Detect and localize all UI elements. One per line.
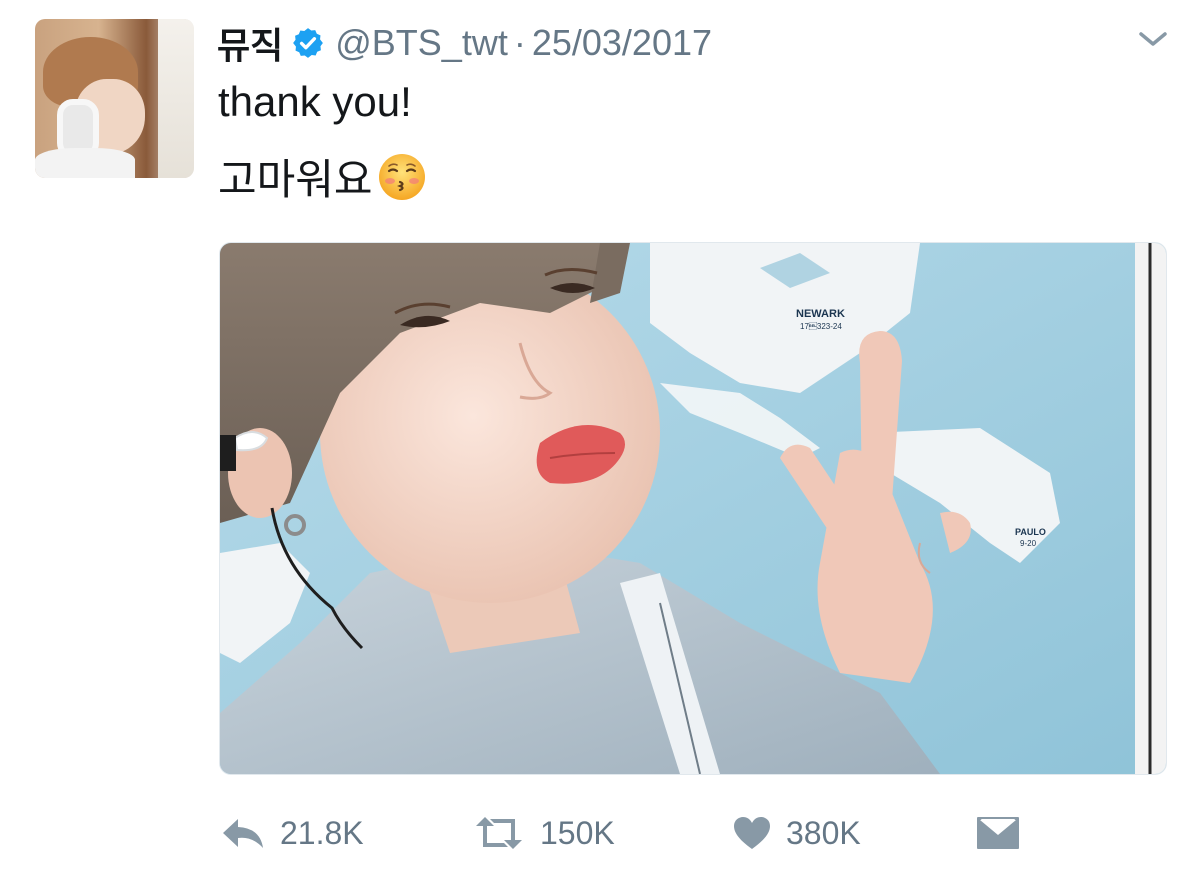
tweet-text-line2: 고마워요 [218, 146, 427, 207]
like-count: 380K [786, 814, 861, 851]
tweet-text-korean: 고마워요 [218, 156, 373, 203]
tweet-actions: 21.8K 150K 380K [220, 808, 1120, 858]
avatar-shirt [35, 148, 135, 178]
map-label-code: 17323-24 [800, 322, 842, 331]
reply-button[interactable]: 21.8K [220, 808, 364, 858]
map-label-code2: 9-20 [1020, 539, 1037, 548]
separator-dot: · [513, 22, 526, 63]
retweet-count: 150K [540, 814, 615, 851]
photo-illustration: NEWARK 17323-24 PAULO 9-20 [220, 243, 1166, 774]
reply-icon [223, 819, 263, 848]
map-label-newark: NEWARK [796, 308, 845, 320]
tweet-text-line1: thank you! [218, 78, 412, 125]
tweet-header: 뮤직 @BTS_twt · 25/03/2017 [217, 18, 712, 68]
display-name[interactable]: 뮤직 [217, 17, 283, 69]
reply-count: 21.8K [280, 814, 364, 851]
retweet-button[interactable]: 150K [472, 808, 615, 858]
chevron-down-icon[interactable] [1138, 29, 1168, 49]
like-button[interactable]: 380K [732, 808, 861, 858]
kissing-face-icon [378, 153, 425, 200]
envelope-icon [977, 817, 1019, 849]
tweet-date[interactable]: 25/03/2017 [532, 22, 712, 64]
avatar-background [158, 19, 194, 178]
direct-message-button[interactable] [976, 808, 1020, 858]
tweet-photo[interactable]: NEWARK 17323-24 PAULO 9-20 [219, 242, 1167, 775]
verified-badge-icon [293, 28, 324, 58]
profile-avatar[interactable] [35, 19, 194, 178]
map-label-sao-paulo: PAULO [1015, 527, 1046, 537]
retweet-icon [476, 817, 522, 849]
heart-icon [734, 817, 770, 849]
user-handle[interactable]: @BTS_twt [335, 22, 508, 64]
